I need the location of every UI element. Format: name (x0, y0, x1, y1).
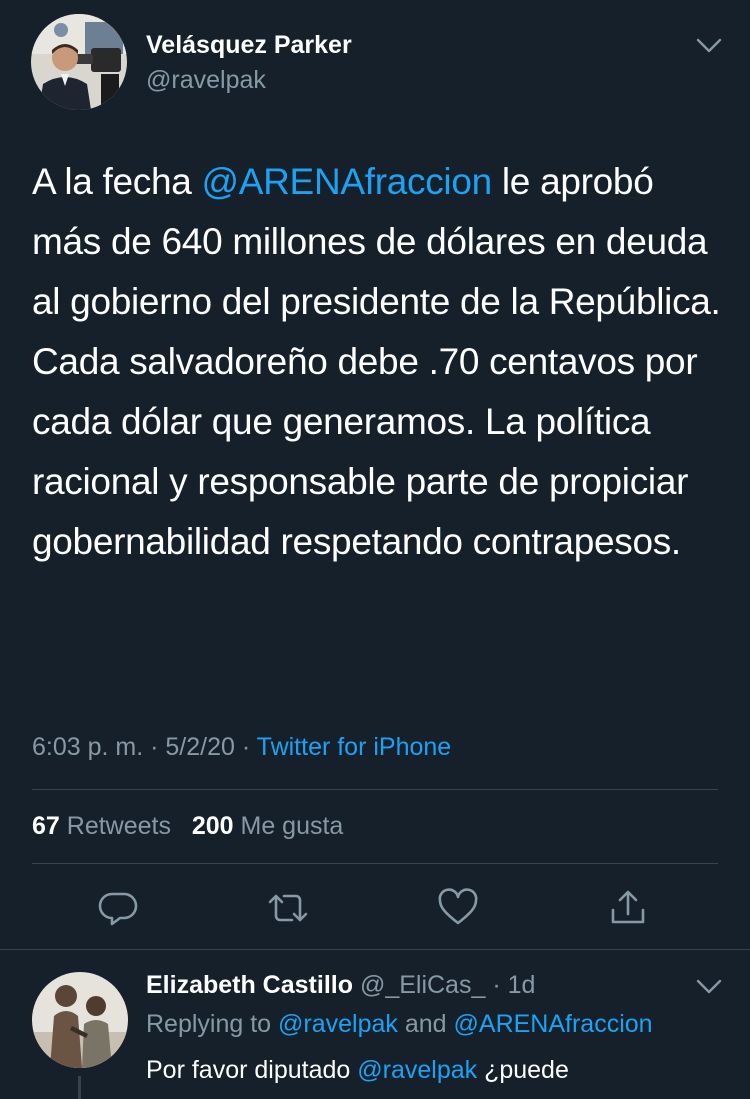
tweet-mention-link[interactable]: @ARENAfraccion (202, 161, 493, 202)
reply-author-name[interactable]: Elizabeth Castillo (146, 971, 353, 999)
divider (32, 863, 718, 864)
heart-icon (438, 888, 478, 925)
author-handle[interactable]: @ravelpak (146, 66, 266, 95)
retweets-count: 67 (32, 812, 60, 840)
divider (0, 949, 750, 950)
reply-text: Por favor diputado @ravelpak ¿puede (146, 1056, 569, 1085)
tweet-text-part: A la fecha (32, 161, 202, 202)
thread-line (78, 1076, 81, 1099)
tweet-stats: 67 Retweets 200 Me gusta (32, 812, 343, 841)
divider (32, 789, 718, 790)
retweets-stat[interactable]: 67 Retweets (32, 812, 171, 840)
replying-and-label: and (397, 1010, 454, 1038)
reply-text-part: ¿puede (477, 1056, 569, 1084)
retweet-arrows-icon (268, 894, 308, 922)
tweet-time: 6:03 p. m. (32, 733, 144, 761)
reply-text-part: Por favor diputado (146, 1056, 358, 1084)
reply-header: Elizabeth Castillo @_EliCas_ · 1d (146, 971, 535, 1000)
replying-to: Replying to @ravelpak and @ARENAfraccion (146, 1010, 653, 1039)
share-upload-icon (611, 890, 645, 924)
meta-separator: · (143, 733, 166, 761)
retweets-label: Retweets (66, 812, 171, 840)
likes-stat[interactable]: 200 Me gusta (192, 812, 344, 840)
tweet-meta: 6:03 p. m. · 5/2/20 · Twitter for iPhone (32, 733, 451, 762)
author-avatar[interactable] (31, 14, 127, 110)
retweet-button[interactable] (266, 886, 310, 930)
reply-author-handle[interactable]: @_EliCas_ (360, 971, 485, 999)
reply-mention-link[interactable]: @ravelpak (357, 1056, 477, 1084)
reply-age: 1d (507, 971, 536, 999)
reply-author-avatar[interactable] (32, 972, 128, 1068)
replying-to-mention[interactable]: @ARENAfraccion (454, 1010, 653, 1038)
likes-label: Me gusta (240, 812, 344, 840)
likes-count: 200 (191, 812, 234, 840)
replying-to-label: Replying to (146, 1010, 279, 1038)
share-button[interactable] (606, 886, 650, 930)
tweet-text: A la fecha @ARENAfraccion le aprobó más … (32, 152, 722, 572)
replying-to-mention[interactable]: @ravelpak (278, 1010, 398, 1038)
chevron-down-icon[interactable] (694, 977, 724, 997)
tweet-source-link[interactable]: Twitter for iPhone (257, 733, 452, 761)
tweet-date[interactable]: 5/2/20 (165, 733, 235, 761)
author-name[interactable]: Velásquez Parker (146, 31, 352, 60)
chevron-down-icon[interactable] (694, 36, 724, 56)
tweet-text-part: le aprobó más de 640 millones de dólares… (32, 161, 721, 562)
like-button[interactable] (436, 886, 480, 930)
meta-separator: · (234, 733, 257, 761)
tweet-detail-page: Velásquez Parker @ravelpak A la fecha @A… (0, 0, 750, 1099)
reply-button[interactable] (96, 886, 140, 930)
speech-bubble-icon (98, 892, 138, 926)
reply-separator: · (485, 971, 508, 999)
